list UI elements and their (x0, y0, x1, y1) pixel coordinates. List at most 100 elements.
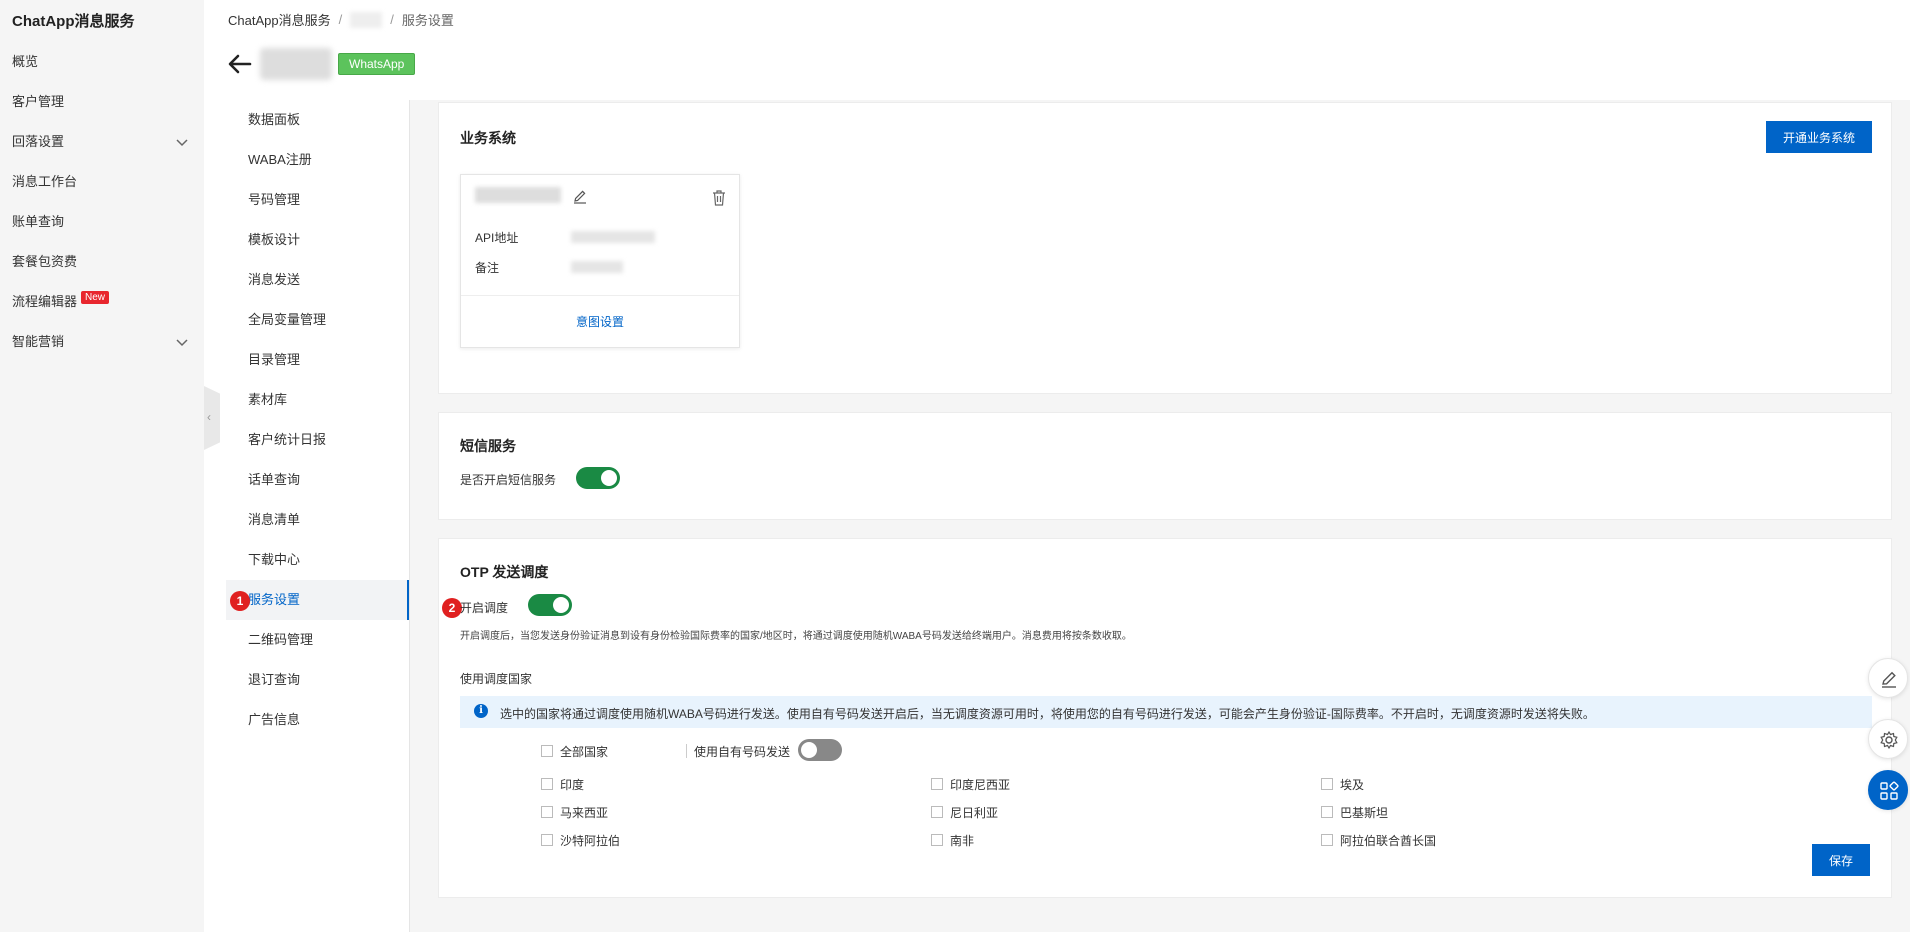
own-number-toggle[interactable] (798, 739, 842, 761)
country-checkbox-nigeria[interactable] (931, 806, 943, 818)
subnav-item-cdr[interactable]: 话单查询 (226, 460, 409, 500)
sidebar-item-packages[interactable]: 套餐包资费 (12, 252, 192, 272)
own-number-label: 使用自有号码发送 (694, 745, 791, 759)
pencil-icon (1882, 671, 1896, 688)
api-address-redacted (571, 231, 655, 243)
open-business-system-button[interactable]: 开通业务系统 (1766, 121, 1872, 153)
subnav-item-daily-stats[interactable]: 客户统计日报 (226, 420, 409, 460)
card-divider (461, 295, 739, 296)
sidebar-item-overview[interactable]: 概览 (12, 52, 192, 72)
subnav-item-message-list[interactable]: 消息清单 (226, 500, 409, 540)
subnav-item-numbers[interactable]: 号码管理 (226, 180, 409, 220)
country-checkbox-indonesia[interactable] (931, 778, 943, 790)
sidebar-item-bills[interactable]: 账单查询 (12, 212, 192, 232)
otp-dispatch-title: OTP 发送调度 (460, 564, 549, 580)
country-checkbox-pakistan[interactable] (1321, 806, 1333, 818)
info-alert-text: 选中的国家将通过调度使用随机WABA号码进行发送。使用自有号码发送开启后，当无调… (500, 707, 1595, 721)
subnav-item-materials[interactable]: 素材库 (226, 380, 409, 420)
trash-icon[interactable] (711, 189, 727, 207)
sidebar-item-label: 回落设置 (12, 134, 65, 149)
sidebar-item-label: 概览 (12, 54, 39, 69)
country-label: 阿拉伯联合酋长国 (1340, 834, 1437, 848)
note-label: 备注 (475, 261, 500, 275)
feedback-button[interactable] (1868, 658, 1908, 698)
country-checkbox-uae[interactable] (1321, 834, 1333, 846)
country-checkbox-egypt[interactable] (1321, 778, 1333, 790)
channel-tag: WhatsApp (338, 53, 416, 75)
account-name-redacted (260, 48, 332, 80)
all-countries-checkbox[interactable] (541, 745, 553, 757)
save-button[interactable]: 保存 (1812, 844, 1870, 876)
country-checkbox-malaysia[interactable] (541, 806, 553, 818)
country-label: 埃及 (1340, 778, 1365, 792)
subnav-item-global-vars[interactable]: 全局变量管理 (226, 300, 409, 340)
country-checkbox-india[interactable] (541, 778, 553, 790)
info-icon: i (474, 704, 488, 718)
sms-toggle-label: 是否开启短信服务 (460, 473, 557, 487)
breadcrumb-root[interactable]: ChatApp消息服务 (228, 10, 331, 29)
subnav-item-waba-register[interactable]: WABA注册 (226, 140, 409, 180)
sidebar-item-label: 消息工作台 (12, 174, 78, 189)
subnav-item-unsubscribe[interactable]: 退订查询 (226, 660, 409, 700)
sms-service-toggle[interactable] (576, 467, 620, 489)
subnav-item-catalog[interactable]: 目录管理 (226, 340, 409, 380)
subnav-item-qrcode[interactable]: 二维码管理 (226, 620, 409, 660)
subnav-item-ads[interactable]: 广告信息 (226, 700, 409, 740)
edit-icon[interactable] (571, 187, 589, 205)
chevron-down-icon (176, 139, 188, 147)
subnav-item-service-settings[interactable]: 服务设置 (226, 580, 409, 620)
divider (686, 744, 687, 758)
subnav-item-send[interactable]: 消息发送 (226, 260, 409, 300)
sidebar-item-label: 账单查询 (12, 214, 65, 229)
sidebar-item-label: 套餐包资费 (12, 254, 78, 269)
otp-description: 开启调度后，当您发送身份验证消息到设有身份检验国际费率的国家/地区时，将通过调度… (460, 631, 1132, 642)
apps-grid-icon (1880, 781, 1899, 800)
country-label: 尼日利亚 (950, 806, 999, 820)
api-address-label: API地址 (475, 231, 519, 245)
country-checkbox-saudi-arabia[interactable] (541, 834, 553, 846)
sidebar-item-workbench[interactable]: 消息工作台 (12, 172, 192, 192)
otp-toggle-label: 开启调度 (460, 601, 509, 615)
country-label: 巴基斯坦 (1340, 806, 1389, 820)
page-header: WhatsApp (226, 48, 416, 80)
breadcrumb-current: 服务设置 (401, 13, 454, 28)
all-countries-label: 全部国家 (560, 745, 609, 759)
secondary-nav: 数据面板 WABA注册 号码管理 模板设计 消息发送 全局变量管理 目录管理 素… (226, 100, 410, 932)
country-label: 印度尼西亚 (950, 778, 1011, 792)
sidebar-item-customers[interactable]: 客户管理 (12, 92, 192, 112)
note-redacted (571, 261, 623, 273)
breadcrumb-separator: / (338, 12, 343, 27)
chevron-left-icon: ‹ (207, 410, 211, 424)
system-name-redacted (475, 187, 561, 203)
country-label: 马来西亚 (560, 806, 609, 820)
sms-service-title: 短信服务 (460, 438, 516, 454)
chevron-down-icon (176, 339, 188, 347)
step-badge-1: 1 (230, 591, 250, 611)
app-title: ChatApp消息服务 (12, 13, 135, 30)
subnav-item-dashboard[interactable]: 数据面板 (226, 100, 409, 140)
sidebar-item-label: 客户管理 (12, 94, 65, 109)
breadcrumb: ChatApp消息服务 / / 服务设置 (228, 10, 454, 29)
sidebar-collapse-handle[interactable]: ‹ (204, 386, 220, 450)
info-alert: i 选中的国家将通过调度使用随机WABA号码进行发送。使用自有号码发送开启后，当… (460, 696, 1872, 728)
breadcrumb-redacted[interactable] (350, 11, 383, 28)
breadcrumb-separator: / (390, 12, 394, 27)
apps-button[interactable] (1868, 770, 1908, 810)
sidebar-item-label: 流程编辑器 (12, 294, 78, 309)
countries-title: 使用调度国家 (460, 672, 533, 686)
country-checkbox-south-africa[interactable] (931, 834, 943, 846)
sms-service-panel (438, 412, 1892, 520)
country-label: 南非 (950, 834, 975, 848)
intent-settings-link[interactable]: 意图设置 (461, 313, 739, 330)
otp-dispatch-toggle[interactable] (528, 594, 572, 616)
business-system-card: API地址 备注 意图设置 (460, 174, 740, 348)
step-badge-2: 2 (442, 598, 462, 618)
subnav-item-templates[interactable]: 模板设计 (226, 220, 409, 260)
sidebar-item-fallback[interactable]: 回落设置 (12, 132, 192, 152)
sidebar-item-flow-editor[interactable]: 流程编辑器 New (12, 291, 192, 312)
business-system-title: 业务系统 (460, 130, 516, 146)
settings-button[interactable] (1868, 719, 1908, 759)
back-arrow-icon[interactable] (226, 50, 254, 78)
subnav-item-downloads[interactable]: 下载中心 (226, 540, 409, 580)
sidebar-item-marketing[interactable]: 智能营销 (12, 332, 192, 352)
